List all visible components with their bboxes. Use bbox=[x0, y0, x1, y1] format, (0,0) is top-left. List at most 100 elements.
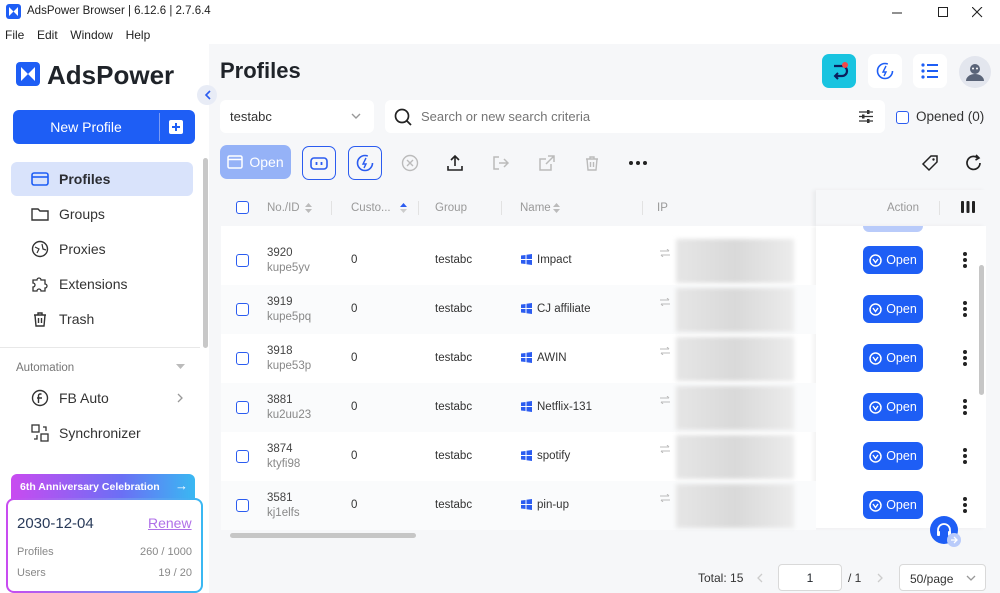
row-checkbox[interactable] bbox=[236, 499, 249, 512]
proxy-switch-icon bbox=[660, 445, 670, 453]
row-checkbox[interactable] bbox=[236, 450, 249, 463]
delete-button[interactable] bbox=[575, 146, 609, 180]
group-select[interactable]: testabc bbox=[220, 100, 374, 133]
row-checkbox[interactable] bbox=[236, 352, 249, 365]
page-size-value: 50/page bbox=[910, 572, 954, 586]
group-select-value: testabc bbox=[230, 109, 272, 124]
upload-button[interactable] bbox=[438, 146, 472, 180]
open-profile-button[interactable]: Open bbox=[863, 344, 923, 372]
task-list-button[interactable] bbox=[913, 54, 947, 88]
sort-icon[interactable] bbox=[305, 202, 312, 214]
row-checkbox[interactable] bbox=[236, 254, 249, 267]
row-group: testabc bbox=[435, 303, 473, 315]
open-profile-button[interactable]: Open bbox=[863, 295, 923, 323]
refresh-button[interactable] bbox=[957, 146, 991, 180]
open-profile-button[interactable]: Open bbox=[863, 491, 923, 519]
row-name[interactable]: Netflix-131 bbox=[537, 401, 592, 413]
open-profile-button[interactable]: Open bbox=[863, 393, 923, 421]
column-header-ip: IP bbox=[657, 202, 668, 214]
row-more-menu[interactable] bbox=[958, 446, 972, 466]
folder-icon bbox=[31, 208, 49, 221]
column-header-custom[interactable]: Custo... bbox=[351, 202, 391, 214]
prev-page-icon[interactable] bbox=[757, 573, 763, 583]
more-actions-button[interactable] bbox=[621, 146, 655, 180]
select-all-checkbox[interactable] bbox=[236, 201, 249, 214]
api-button[interactable] bbox=[868, 54, 902, 88]
row-more-menu[interactable] bbox=[958, 348, 972, 368]
menu-window[interactable]: Window bbox=[70, 28, 113, 42]
opened-filter-label: Opened (0) bbox=[916, 109, 985, 124]
row-more-menu[interactable] bbox=[958, 250, 972, 270]
sort-icon[interactable] bbox=[400, 202, 407, 214]
opened-checkbox[interactable] bbox=[896, 111, 909, 124]
batch-add-icon[interactable] bbox=[168, 119, 184, 135]
row-number: 3919 bbox=[267, 296, 293, 308]
chevron-right-icon bbox=[177, 393, 183, 403]
search-bar[interactable] bbox=[385, 100, 885, 133]
row-checkbox[interactable] bbox=[236, 401, 249, 414]
open-profile-button[interactable]: Open bbox=[863, 442, 923, 470]
sync-button[interactable] bbox=[348, 146, 382, 180]
renew-link[interactable]: Renew bbox=[148, 515, 192, 531]
page-size-select[interactable]: 50/page bbox=[899, 564, 986, 591]
vertical-scrollbar[interactable] bbox=[979, 265, 984, 395]
row-checkbox[interactable] bbox=[236, 303, 249, 316]
row-name[interactable]: AWIN bbox=[537, 352, 567, 364]
column-header-name[interactable]: Name bbox=[520, 202, 551, 214]
collapse-sidebar-button[interactable] bbox=[197, 85, 217, 105]
title-bar: AdsPower Browser | 6.12.6 | 2.7.6.4 bbox=[0, 0, 1000, 24]
chevron-down-icon[interactable] bbox=[176, 364, 185, 370]
users-quota-label: Users bbox=[17, 567, 46, 579]
browser-icon bbox=[869, 449, 882, 463]
open-profile-button[interactable]: Open bbox=[863, 246, 923, 274]
avatar[interactable] bbox=[959, 56, 991, 88]
row-more-menu[interactable] bbox=[958, 397, 972, 417]
menu-help[interactable]: Help bbox=[126, 28, 151, 42]
row-name[interactable]: spotify bbox=[537, 450, 570, 462]
rpa-button[interactable] bbox=[302, 146, 336, 180]
row-more-menu[interactable] bbox=[958, 299, 972, 319]
sidebar-item-profiles[interactable]: Profiles bbox=[11, 162, 193, 196]
search-input[interactable] bbox=[421, 106, 841, 127]
new-profile-button[interactable]: New Profile bbox=[13, 110, 195, 144]
sidebar-item-trash[interactable]: Trash bbox=[11, 302, 193, 336]
move-group-button[interactable] bbox=[484, 146, 518, 180]
promo-banner[interactable]: 6th Anniversary Celebration → bbox=[11, 474, 195, 500]
trash-icon bbox=[34, 312, 46, 327]
columns-settings-icon[interactable] bbox=[961, 201, 975, 213]
row-group: testabc bbox=[435, 352, 473, 364]
row-more-menu[interactable] bbox=[958, 495, 972, 515]
sidebar-item-extensions[interactable]: Extensions bbox=[11, 267, 193, 301]
page-number-input[interactable]: 1 bbox=[778, 564, 842, 591]
sidebar-item-proxies[interactable]: Proxies bbox=[11, 232, 193, 266]
window-title: AdsPower Browser | 6.12.6 | 2.7.6.4 bbox=[27, 5, 211, 17]
next-page-icon[interactable] bbox=[877, 573, 883, 583]
browser-icon bbox=[869, 302, 882, 316]
menu-edit[interactable]: Edit bbox=[37, 28, 58, 42]
batch-open-button[interactable]: Open bbox=[220, 145, 291, 179]
sidebar-scrollbar[interactable] bbox=[203, 158, 208, 348]
minimize-button[interactable] bbox=[874, 0, 920, 24]
profiles-quota-value: 260 / 1000 bbox=[140, 546, 192, 558]
menu-file[interactable]: File bbox=[5, 28, 24, 42]
filter-settings-icon[interactable] bbox=[859, 110, 873, 123]
sidebar-item-groups[interactable]: Groups bbox=[11, 197, 193, 231]
sync-badge-button[interactable] bbox=[822, 54, 856, 88]
row-name[interactable]: CJ affiliate bbox=[537, 303, 590, 315]
row-name[interactable]: Impact bbox=[537, 254, 572, 266]
sidebar-item-synchronizer[interactable]: Synchronizer bbox=[11, 416, 193, 450]
ip-redacted bbox=[676, 484, 794, 528]
row-custom: 0 bbox=[351, 254, 358, 266]
horizontal-scrollbar[interactable] bbox=[230, 533, 416, 538]
profiles-icon bbox=[31, 172, 49, 186]
promo-banner-text: 6th Anniversary Celebration bbox=[20, 481, 160, 493]
tag-button[interactable] bbox=[913, 146, 947, 180]
row-name[interactable]: pin-up bbox=[537, 499, 569, 511]
export-button[interactable] bbox=[530, 146, 564, 180]
ip-redacted bbox=[676, 239, 794, 283]
close-window-button[interactable] bbox=[954, 0, 1000, 24]
close-profiles-button[interactable] bbox=[393, 146, 427, 180]
sidebar-item-fb-auto[interactable]: FB Auto bbox=[11, 381, 193, 415]
sort-icon[interactable] bbox=[553, 202, 560, 214]
column-header-no-id[interactable]: No./ID bbox=[267, 202, 300, 214]
